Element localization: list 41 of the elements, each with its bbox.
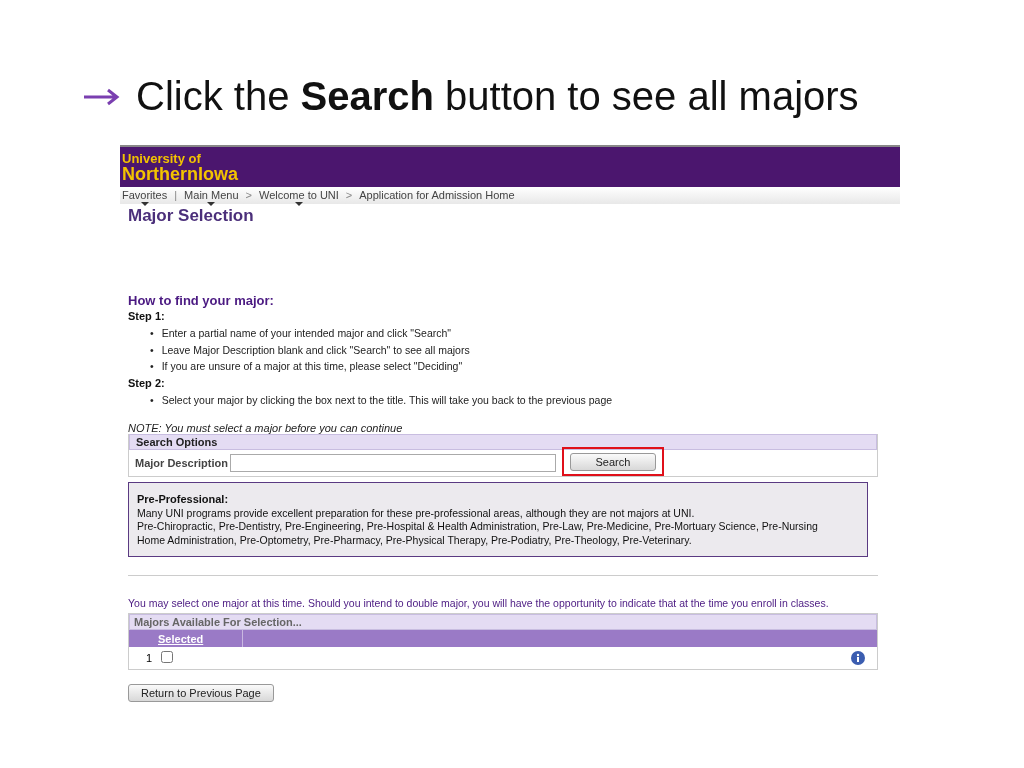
- instruction-text: Enter a partial name of your intended major and click "Search": [161, 326, 452, 341]
- instruction-text: Select your major by clicking the box next to the title. This will take you back to the previous page: [161, 392, 613, 408]
- caret-icon: [294, 202, 303, 206]
- breadcrumb-link[interactable]: Application for Admission Home: [359, 189, 515, 201]
- page-title: Major Selection: [128, 207, 254, 225]
- logo-text: University of: [122, 151, 201, 165]
- arrow-icon: [82, 86, 122, 107]
- row-number: 1: [144, 652, 153, 664]
- info-text: Pre-Chiropractic, Pre-Dentistry, Pre-Engineering, Pre-Hospital & Health Administration, Pre-Law, Pre-Medicine, Pre-Mortuary Science, Pre-Nursing Home Administration, Pre-Optometry, Pre-Pharmacy, Pre-Physical Therapy, Pre-Podiatry, Pre-Theology, Pre-Veterinary.: [137, 520, 819, 547]
- help-heading: How to find your major:: [128, 293, 275, 308]
- info-text: Many UNI programs provide excellent preparation for these pre-professional areas, although they are not majors at UNI.: [137, 506, 696, 520]
- breadcrumb-link[interactable]: Welcome to UNI: [258, 189, 339, 206]
- return-button[interactable]: Return to Previous Page: [128, 684, 274, 702]
- caret-icon: [207, 202, 216, 206]
- note-text: NOTE: You must select a major before you can continue: [128, 422, 404, 434]
- panel-title: Search Options: [129, 434, 877, 450]
- info-heading: Pre-Professional:: [137, 493, 230, 507]
- intro-text: You may select one major at this time. Should you intend to double major, you will have the opportunity to indicate that at the time you enroll in classes.: [128, 597, 830, 609]
- grid-title: Majors Available For Selection...: [129, 614, 877, 630]
- bullet-mark: •: [150, 342, 154, 358]
- bullet-mark: •: [150, 359, 154, 374]
- search-button[interactable]: Search: [569, 452, 656, 471]
- column-header[interactable]: Selected: [155, 630, 243, 647]
- breadcrumb-link[interactable]: Favorites: [122, 189, 168, 206]
- breadcrumb-separator: >: [245, 189, 252, 201]
- caret-icon: [140, 202, 149, 206]
- breadcrumb-separator: >: [345, 189, 353, 201]
- input-field[interactable]: [229, 454, 556, 472]
- field-label: Major Description: [135, 457, 228, 469]
- logo-text: NorthernIowa: [122, 164, 239, 183]
- slide-title: Click the Search button to see all majors: [136, 74, 859, 119]
- breadcrumb-separator: |: [174, 189, 178, 201]
- step-label: Step 2:: [128, 376, 166, 389]
- checkbox[interactable]: [161, 651, 173, 663]
- info-icon[interactable]: [851, 651, 865, 665]
- instruction-text: If you are unsure of a major at this time, please select "Deciding": [161, 359, 463, 374]
- instruction-text: Leave Major Description blank and click "Search" to see all majors: [161, 342, 470, 358]
- breadcrumb-link[interactable]: Main Menu: [184, 189, 239, 206]
- step-label: Step 1:: [128, 310, 166, 322]
- bullet-mark: •: [150, 392, 154, 408]
- bullet-mark: •: [150, 326, 154, 341]
